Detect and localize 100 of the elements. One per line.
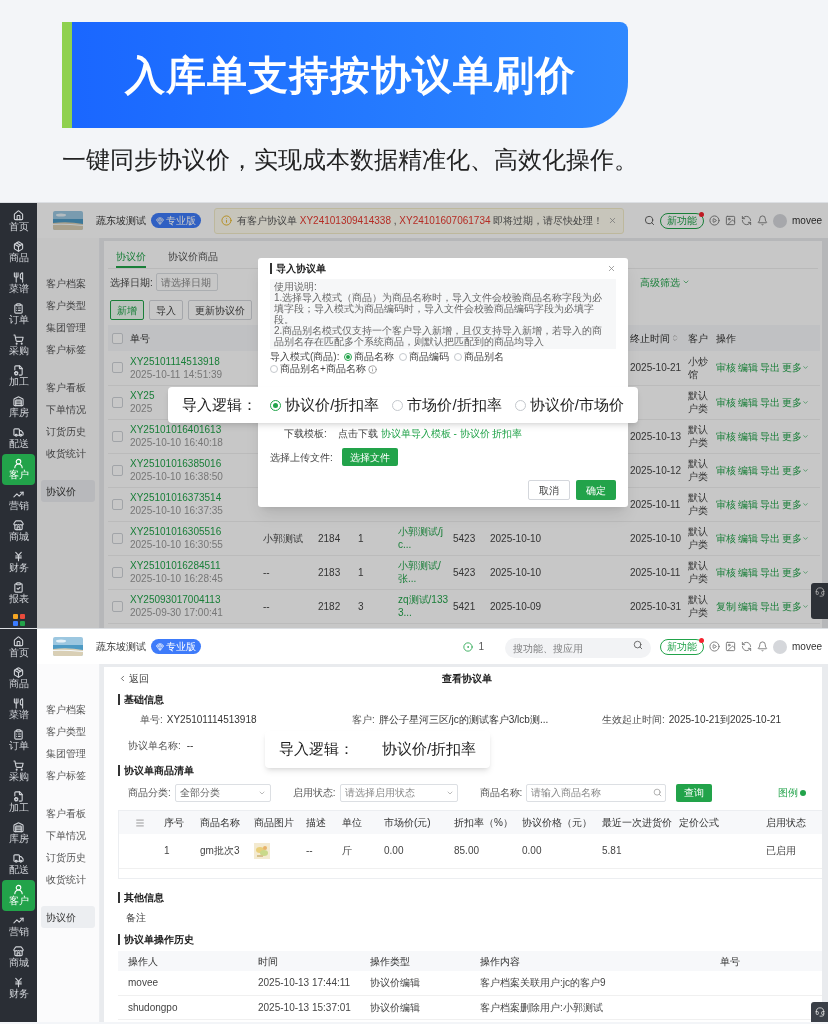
bell-icon[interactable] bbox=[757, 215, 768, 226]
order-number-link[interactable]: XY25101016305516 bbox=[130, 525, 222, 538]
query-button[interactable]: 查询 bbox=[676, 783, 713, 802]
back-button[interactable]: 返回 bbox=[118, 670, 149, 686]
action-link[interactable]: 审核 bbox=[716, 395, 736, 409]
action-link[interactable]: 审核 bbox=[716, 531, 736, 545]
nav-item[interactable]: 订单 bbox=[2, 299, 35, 330]
sidebar-item[interactable]: 客户看板 bbox=[37, 802, 99, 824]
choose-file-button[interactable]: 选择文件 bbox=[342, 448, 398, 466]
radio-button[interactable] bbox=[344, 353, 353, 361]
order-number-link[interactable]: XY25101016373514 bbox=[130, 491, 222, 504]
checkbox[interactable] bbox=[112, 600, 123, 612]
action-link[interactable]: 导出 bbox=[760, 497, 780, 511]
more-link[interactable]: 更多 bbox=[782, 361, 809, 375]
sidebar-item[interactable]: 客户类型 bbox=[37, 294, 99, 316]
radio-button[interactable] bbox=[514, 399, 526, 411]
play-icon[interactable] bbox=[709, 641, 720, 652]
product-link[interactable]: 小郭测试/jc... bbox=[398, 525, 449, 551]
action-link[interactable]: 审核 bbox=[716, 463, 736, 477]
nav-item[interactable]: 营销 bbox=[2, 485, 35, 516]
nav-item[interactable]: 采购 bbox=[2, 756, 35, 787]
toolbar-button[interactable]: 新增 bbox=[110, 300, 144, 320]
action-link[interactable]: 导出 bbox=[760, 429, 780, 443]
date-field[interactable]: 请选择日期 bbox=[155, 273, 218, 291]
confirm-button[interactable]: 确定 bbox=[576, 480, 616, 500]
order-number-link[interactable]: XY25101016284511 bbox=[130, 559, 221, 572]
action-link[interactable]: 编辑 bbox=[738, 599, 758, 613]
radio-button[interactable] bbox=[392, 399, 404, 411]
order-number-link[interactable]: XY25 bbox=[130, 389, 155, 402]
sidebar-item[interactable]: 客户类型 bbox=[37, 720, 99, 742]
checkbox[interactable] bbox=[112, 464, 123, 476]
tab[interactable]: 协议价商品 bbox=[168, 246, 218, 268]
nav-item[interactable]: 客户 bbox=[2, 454, 35, 485]
nav-item[interactable]: 商品 bbox=[2, 663, 35, 694]
nav-item[interactable]: 营销 bbox=[2, 911, 35, 942]
nav-item[interactable]: 菜谱 bbox=[2, 268, 35, 299]
sidebar-item[interactable]: 收货统计 bbox=[37, 868, 99, 890]
sidebar-item[interactable]: 客户标签 bbox=[37, 338, 99, 360]
sidebar-item[interactable]: 集团管理 bbox=[37, 316, 99, 338]
support-tab[interactable] bbox=[811, 1002, 828, 1022]
nav-item[interactable]: 报表 bbox=[2, 578, 35, 609]
more-link[interactable]: 更多 bbox=[782, 463, 809, 477]
nav-item[interactable]: 商城 bbox=[2, 942, 35, 973]
sidebar-item[interactable]: 下单情况 bbox=[37, 824, 99, 846]
nav-item[interactable]: 配送 bbox=[2, 849, 35, 880]
action-link[interactable]: 编辑 bbox=[738, 531, 758, 545]
search-field[interactable]: 搜功能、搜应用 bbox=[505, 638, 651, 658]
nav-item[interactable]: 库房 bbox=[2, 392, 35, 423]
nav-item[interactable]: 采购 bbox=[2, 330, 35, 361]
radio-button[interactable] bbox=[270, 365, 278, 373]
action-link[interactable]: 编辑 bbox=[738, 429, 758, 443]
product-link[interactable]: 小郭测试/张... bbox=[398, 559, 449, 585]
action-link[interactable]: 审核 bbox=[716, 565, 736, 579]
more-link[interactable]: 更多 bbox=[782, 599, 809, 613]
close-icon[interactable] bbox=[608, 216, 618, 225]
sidebar-item[interactable]: 收货统计 bbox=[37, 442, 99, 464]
action-link[interactable]: 审核 bbox=[716, 361, 736, 375]
nav-item[interactable]: 菜谱 bbox=[2, 694, 35, 725]
circle-dot-icon[interactable] bbox=[463, 641, 474, 652]
action-link[interactable]: 导出 bbox=[760, 463, 780, 477]
nav-item[interactable]: 商品 bbox=[2, 237, 35, 268]
product-link[interactable]: zq测试/1333... bbox=[398, 593, 449, 619]
nav-item[interactable]: 客户 bbox=[2, 880, 35, 911]
sidebar-item[interactable]: 客户看板 bbox=[37, 376, 99, 398]
action-link[interactable]: 导出 bbox=[760, 361, 780, 375]
nav-item[interactable]: 订单 bbox=[2, 725, 35, 756]
search-icon[interactable] bbox=[644, 215, 655, 226]
play-icon[interactable] bbox=[709, 215, 720, 226]
image-icon[interactable] bbox=[725, 641, 736, 652]
checkbox[interactable] bbox=[112, 498, 123, 510]
sidebar-item[interactable]: 集团管理 bbox=[37, 742, 99, 764]
select-field[interactable]: 请选择启用状态 bbox=[339, 783, 458, 802]
search-field[interactable]: 请输入商品名称 bbox=[526, 783, 667, 802]
sidebar-item[interactable]: 客户档案 bbox=[37, 698, 99, 720]
action-link[interactable]: 编辑 bbox=[738, 565, 758, 579]
nav-item[interactable]: 财务 bbox=[2, 973, 35, 1004]
checkbox[interactable] bbox=[112, 430, 123, 442]
template-link[interactable]: 协议单导入模板 - 协议价 折扣率 bbox=[380, 427, 523, 439]
action-link[interactable]: 导出 bbox=[760, 565, 780, 579]
advanced-filter-link[interactable]: 高级筛选 bbox=[639, 274, 690, 290]
checkbox[interactable] bbox=[112, 362, 123, 374]
tab[interactable]: 协议价 bbox=[116, 246, 146, 268]
sidebar-item[interactable]: 协议价 bbox=[41, 906, 95, 928]
toolbar-button[interactable]: 导入 bbox=[149, 300, 183, 320]
menu-icon[interactable] bbox=[135, 818, 145, 829]
sort-icon[interactable] bbox=[671, 334, 679, 342]
sidebar-item[interactable]: 订货历史 bbox=[37, 420, 99, 442]
sidebar-item[interactable]: 客户档案 bbox=[37, 272, 99, 294]
action-link[interactable]: 编辑 bbox=[738, 497, 758, 511]
image-icon[interactable] bbox=[725, 215, 736, 226]
toolbar-button[interactable]: 更新协议价 bbox=[188, 300, 252, 320]
bell-icon[interactable] bbox=[757, 641, 768, 652]
order-number-link[interactable]: XY25101016401613 bbox=[130, 423, 222, 436]
more-link[interactable]: 更多 bbox=[782, 497, 809, 511]
checkbox[interactable] bbox=[112, 566, 123, 578]
nav-item[interactable]: 库房 bbox=[2, 818, 35, 849]
radio-button[interactable] bbox=[454, 353, 463, 361]
nav-item[interactable]: 商城 bbox=[2, 516, 35, 547]
nav-item[interactable]: 首页 bbox=[2, 632, 35, 663]
radio-button[interactable] bbox=[270, 399, 282, 411]
